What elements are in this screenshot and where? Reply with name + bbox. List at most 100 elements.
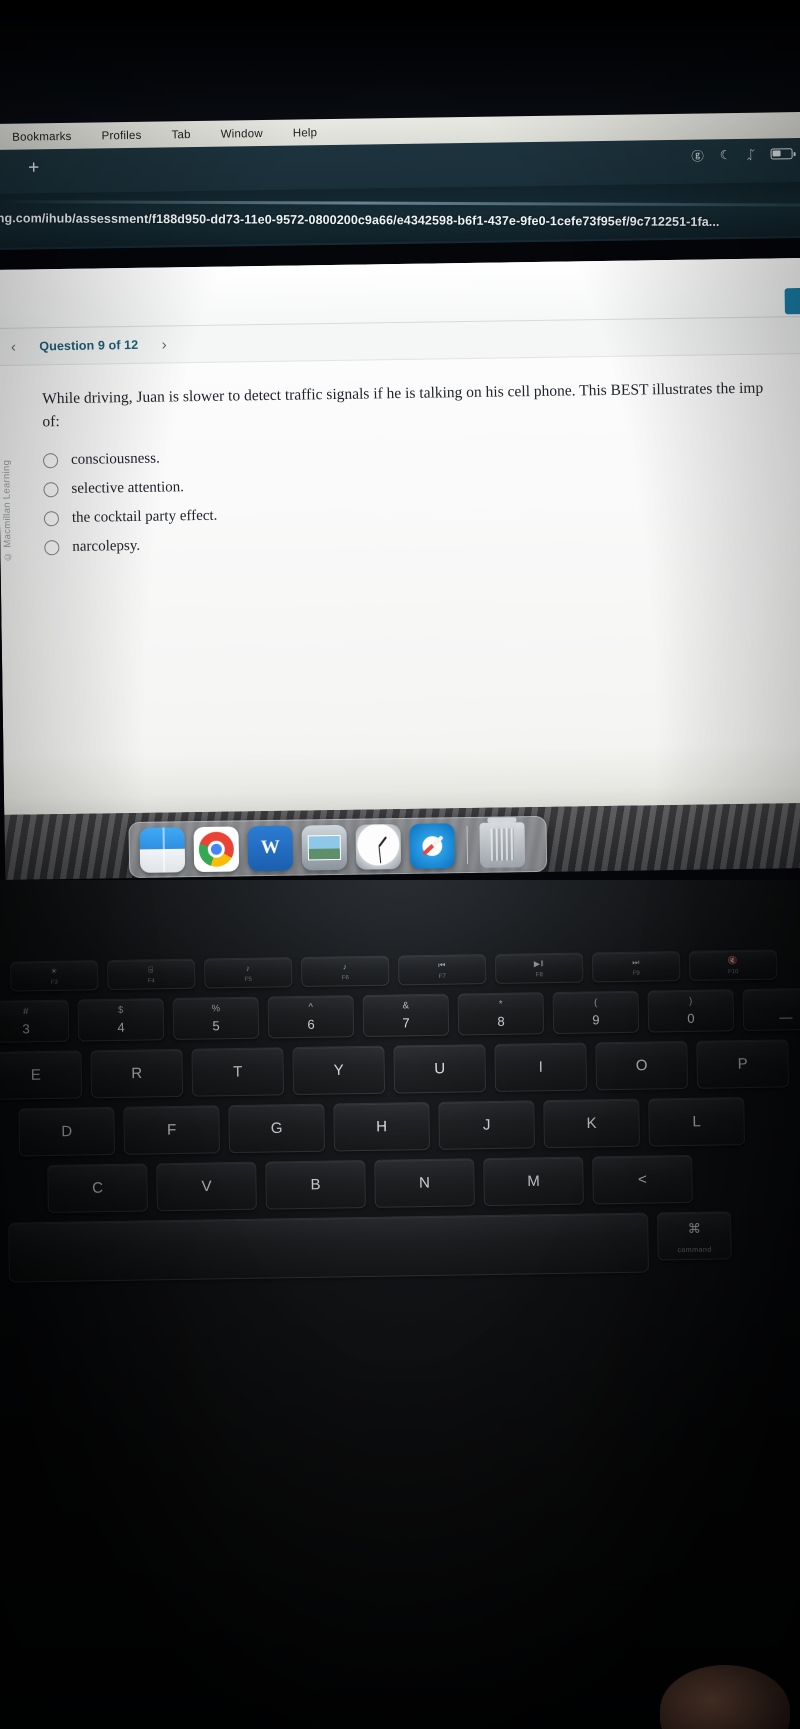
assessment-page: ‹ Question 9 of 12 › © Macmillan Learnin…	[0, 257, 800, 815]
key-e[interactable]: E	[0, 1050, 83, 1100]
key-g[interactable]: G	[228, 1103, 326, 1154]
key-4-top: $	[118, 1004, 124, 1016]
key-6[interactable]: ^ 6	[267, 995, 355, 1039]
key-v-label: V	[201, 1177, 212, 1196]
key-—-bot: —	[779, 1009, 793, 1025]
chrome-icon[interactable]	[193, 825, 240, 872]
address-bar[interactable]: ning.com/ihub/assessment/f188d950-dd73-1…	[0, 181, 800, 248]
key-3-bot: 3	[22, 1021, 30, 1037]
dock-separator	[466, 826, 469, 865]
key-l[interactable]: L	[648, 1097, 745, 1147]
key-n-label: N	[418, 1174, 431, 1192]
key-i-label: I	[538, 1058, 543, 1076]
key-command-bot: command	[677, 1246, 712, 1255]
new-tab-button[interactable]: +	[21, 155, 47, 181]
key-e-label: E	[30, 1066, 41, 1084]
safari-icon[interactable]	[409, 822, 456, 869]
key-v[interactable]: V	[156, 1161, 257, 1212]
keyboard-row-e[interactable]: E R TYU I O P	[0, 1039, 800, 1100]
key-h[interactable]: H	[333, 1101, 431, 1152]
keyboard-row-c[interactable]: C V B N M <	[0, 1153, 800, 1214]
key-6-bot: 6	[307, 1016, 315, 1032]
menu-item-bookmarks[interactable]: Bookmarks	[12, 131, 71, 144]
answer-choices-list: consciousness. selective attention. the …	[42, 435, 800, 562]
trash-icon[interactable]	[479, 821, 526, 868]
menu-item-profiles[interactable]: Profiles	[101, 130, 141, 143]
key-y[interactable]: Y	[292, 1045, 386, 1096]
page-side-tab-accent[interactable]	[784, 287, 800, 315]
laptop-keyboard-deck: ☀F3⌸F4♪F5♪F6⏮F7▶‖F8⏭F9🔇F10 #3$4%5^6&7*8(…	[0, 880, 800, 1729]
key-6-top: ^	[308, 1001, 314, 1013]
key-j-label: J	[482, 1116, 491, 1134]
key-u[interactable]: U	[393, 1044, 487, 1094]
answer-choice-a-label: consciousness.	[70, 450, 160, 468]
photo-of-laptop-screen: Bookmarks Profiles Tab Window Help × + ⓖ…	[0, 0, 800, 1729]
question-counter: Question 9 of 12	[39, 337, 139, 354]
key-k-label: K	[586, 1114, 597, 1133]
next-question-icon[interactable]: ›	[156, 336, 172, 353]
key-k[interactable]: K	[543, 1098, 640, 1149]
key-3[interactable]: #3	[0, 999, 70, 1043]
preview-icon[interactable]	[301, 824, 348, 871]
radio-button-c[interactable]	[43, 510, 60, 527]
menu-item-window[interactable]: Window	[221, 128, 263, 141]
key-h-label: H	[376, 1118, 388, 1136]
radio-button-a[interactable]	[42, 452, 59, 469]
menu-item-help[interactable]: Help	[293, 127, 318, 139]
deck-light-glow	[0, 880, 800, 1000]
key-d[interactable]: D	[18, 1106, 116, 1157]
key-4-bot: 4	[117, 1019, 125, 1035]
key-p[interactable]: P	[696, 1039, 790, 1089]
key-c[interactable]: C	[47, 1163, 148, 1213]
previous-question-icon[interactable]: ‹	[5, 338, 21, 355]
key-o-label: O	[635, 1057, 648, 1075]
key-5-bot: 5	[212, 1018, 220, 1034]
key-r-label: R	[131, 1064, 143, 1083]
key-m[interactable]: M	[483, 1156, 584, 1207]
key-o[interactable]: O	[595, 1040, 689, 1091]
key-t[interactable]: T	[191, 1047, 285, 1097]
key-spacebar[interactable]	[8, 1212, 649, 1283]
key-b[interactable]: B	[265, 1160, 366, 1210]
laptop-screen: Bookmarks Profiles Tab Window Help × + ⓖ…	[0, 108, 800, 880]
key-b-label: B	[310, 1176, 321, 1194]
key-5[interactable]: % 5	[172, 996, 260, 1041]
key-comma-label: <	[637, 1171, 648, 1189]
key-d-label: D	[61, 1123, 73, 1141]
keyboard-row-d[interactable]: DFGHJKL	[0, 1096, 800, 1157]
radio-button-b[interactable]	[43, 481, 59, 498]
clock-minute-hand	[377, 846, 381, 864]
finder-icon[interactable]	[139, 826, 186, 873]
menu-bar-status-icons[interactable]: ⓖ ☾ ᛢ	[691, 144, 793, 164]
key-j[interactable]: J	[438, 1100, 535, 1150]
answer-choice-b-label: selective attention.	[71, 479, 185, 497]
do-not-disturb-moon-icon[interactable]: ☾	[720, 147, 731, 162]
key-i[interactable]: I	[494, 1042, 588, 1092]
bluetooth-icon[interactable]: ᛢ	[747, 147, 755, 161]
key-f[interactable]: F	[123, 1105, 221, 1155]
key-comma[interactable]: <	[592, 1154, 693, 1205]
key-r[interactable]: R	[90, 1048, 184, 1099]
key-command-top: ⌘	[687, 1220, 701, 1236]
menu-item-tab[interactable]: Tab	[171, 129, 190, 141]
address-bar-glare	[0, 199, 800, 207]
key-7[interactable]: & 7	[362, 993, 450, 1038]
key-8-bot: 8	[497, 1013, 505, 1029]
key-g-label: G	[270, 1119, 283, 1137]
key-7-bot: 7	[402, 1015, 410, 1031]
question-body: While driving, Juan is slower to detect …	[42, 378, 800, 562]
clock-icon[interactable]	[355, 823, 402, 870]
battery-icon[interactable]	[770, 148, 793, 160]
address-bar-url[interactable]: ning.com/ihub/assessment/f188d950-dd73-1…	[0, 211, 800, 229]
screen-recording-icon[interactable]: ⓖ	[691, 145, 704, 164]
macos-dock[interactable]: W	[128, 815, 548, 879]
macmillan-learning-copyright: © Macmillan Learning	[1, 459, 14, 562]
key-m-label: M	[527, 1172, 540, 1190]
key-n[interactable]: N	[374, 1158, 475, 1208]
key-4[interactable]: $4	[77, 998, 165, 1042]
microsoft-word-icon[interactable]: W	[247, 825, 294, 871]
keyboard[interactable]: ☀F3⌸F4♪F5♪F6⏮F7▶‖F8⏭F9🔇F10 #3$4%5^6&7*8(…	[0, 949, 800, 1292]
key-command[interactable]: ⌘ command	[657, 1211, 732, 1261]
radio-button-d[interactable]	[44, 539, 60, 556]
keyboard-spacebar-row[interactable]: ⌘ command	[0, 1210, 800, 1283]
